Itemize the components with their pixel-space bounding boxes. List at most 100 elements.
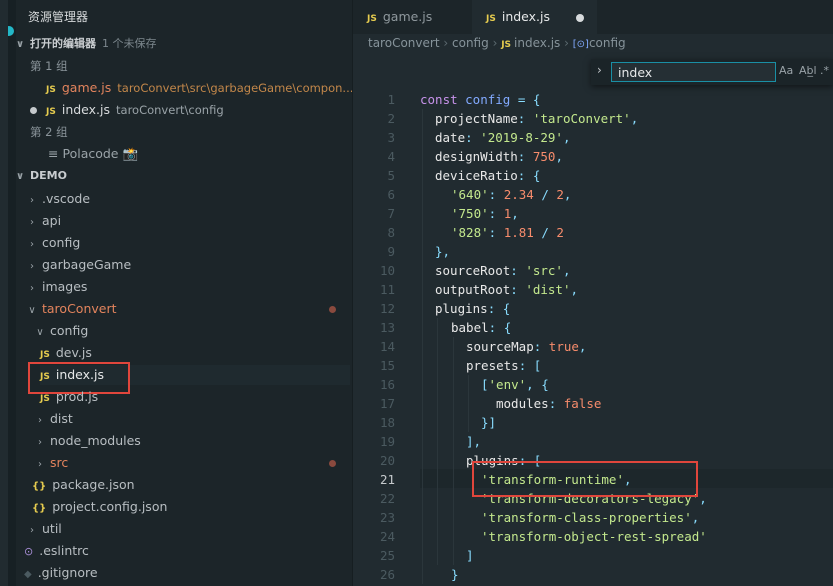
breadcrumb-symbol[interactable]: config [589,36,626,50]
find-value: index [618,65,653,80]
tree-folder-api[interactable]: › api [26,211,61,231]
code-line: deviceRatio: { [435,166,540,185]
tree-folder-config-sub[interactable]: ∨ config [34,321,88,341]
json-file-icon: {} [32,503,47,514]
tree-file-gitignore[interactable]: ◆ .gitignore [24,563,98,583]
punctuation-token: , { [526,377,549,392]
unsaved-count: 1 个未保存 [102,37,157,50]
tree-label: package.json [52,477,135,492]
tree-label: util [42,521,62,536]
open-editor-game-js[interactable]: JS game.js taroConvert\src\garbageGame\com… [46,78,352,98]
breadcrumb-folder[interactable]: config [452,36,489,50]
breadcrumb: taroConvert › config › JS index.js › [⊙]c… [368,36,626,50]
breadcrumb-folder[interactable]: taroConvert [368,36,440,50]
line-number: 2 [387,111,395,126]
operator-token: / [533,225,557,240]
tree-folder-config[interactable]: › config [26,233,80,253]
line-number: 14 [379,339,395,354]
unsaved-dot-icon[interactable] [576,13,585,22]
line-number: 24 [379,529,395,544]
code-line: date: '2019-8-29', [435,130,571,145]
indent-guide [468,375,469,432]
tree-folder-src[interactable]: › src [34,453,68,473]
editor-group-2: 第 2 组 [30,125,68,139]
unsaved-dot-icon [30,107,37,114]
explorer-title: 资源管理器 [28,10,89,24]
boolean-token: false [563,396,602,411]
tree-file-eslintrc[interactable]: ⊙ .eslintrc [24,541,89,561]
lines-icon: ≡ [48,146,59,161]
tree-label: api [42,213,62,228]
git-icon: ◆ [24,569,32,580]
tree-label: images [42,279,88,294]
tree-file-dev-js[interactable]: JS dev.js [40,343,92,363]
tree-folder-vscode[interactable]: › .vscode [26,189,90,209]
line-number: 13 [379,320,395,335]
code-line: babel: { [451,318,511,337]
code-line: sourceMap: true, [466,339,587,354]
workspace-label: DEMO [30,169,67,182]
open-editor-index-js[interactable]: JS index.js taroConvert\config [30,100,224,120]
tree-folder-util[interactable]: › util [26,519,62,539]
keyword-token: const [420,92,466,107]
workspace-section[interactable]: ∨ DEMO [14,166,67,186]
chevron-right-icon[interactable]: › [597,63,602,77]
regex-toggle[interactable]: .* [820,64,829,77]
code-editor[interactable]: 1 2 3 4 5 6 7 8 9 10 11 12 13 14 15 16 1… [353,88,833,586]
json-file-icon: {} [32,481,47,492]
symbol-icon: [⊙] [572,39,589,50]
tree-label: config [50,323,89,338]
string-token: '2019-8-29' [480,130,563,145]
line-number: 20 [379,453,395,468]
chevron-right-icon: › [38,437,42,448]
tree-label: src [50,455,69,470]
tree-folder-dist[interactable]: › dist [34,409,73,429]
code-line: '640': 2.34 / 2, [451,187,572,202]
chevron-right-icon: › [30,261,34,272]
tree-label: taroConvert [42,301,117,316]
find-input[interactable]: index [611,62,776,82]
line-number: 6 [387,187,395,202]
line-number: 10 [379,263,395,278]
indent-guide [453,337,454,565]
tree-file-package-json[interactable]: {} package.json [32,475,135,495]
code-line: const config = { [420,90,540,109]
tree-folder-node-modules[interactable]: › node_modules [34,431,141,451]
operator-token: / [533,187,557,202]
key-token: modules [496,396,549,411]
tree-file-prod-js[interactable]: JS prod.js [40,387,98,407]
tree-file-project-config-json[interactable]: {} project.config.json [32,497,167,517]
chevron-down-icon: ∨ [15,171,25,182]
string-token: 'dist' [525,282,571,297]
tab-label: game.js [382,9,433,24]
explorer-sidebar: 资源管理器 ∨ 打开的编辑器 1 个未保存 第 1 组 JS game.js taroC… [8,0,352,586]
whole-word-toggle[interactable]: Ab̲l [799,64,817,77]
open-editor-polacode[interactable]: ≡ Polacode 📸 [48,144,138,164]
tree-folder-taroconvert[interactable]: ∨ taroConvert [26,299,117,319]
tab-index-js[interactable]: JS index.js [472,0,597,34]
tree-folder-images[interactable]: › images [26,277,87,297]
number-token: 750 [532,149,556,164]
key-token: projectName [435,111,518,126]
line-number: 9 [387,244,395,259]
line-number: 19 [379,434,395,449]
code-line: '750': 1, [451,206,519,221]
find-widget: › index Aa Ab̲l .* [591,59,833,85]
line-number: 11 [379,282,395,297]
open-editors-section[interactable]: ∨ 打开的编辑器 1 个未保存 [14,34,157,54]
line-number: 8 [387,225,395,240]
tree-folder-garbagegame[interactable]: › garbageGame [26,255,131,275]
string-token: '640' [451,187,489,202]
line-number: 4 [387,149,395,164]
punctuation-token: : { [517,168,541,183]
tab-game-js[interactable]: JS game.js [367,0,465,34]
identifier-token: config [465,92,511,107]
code-line: ['env', { [481,375,549,394]
breadcrumb-file[interactable]: index.js [514,36,560,50]
tree-label: config [42,235,81,250]
open-editor-path: taroConvert\src\garbageGame\compon... [117,81,352,95]
js-file-icon: JS [367,14,377,24]
tree-label: garbageGame [42,257,132,272]
editor-tabs: JS game.js JS index.js [353,0,833,34]
match-case-toggle[interactable]: Aa [779,64,793,77]
